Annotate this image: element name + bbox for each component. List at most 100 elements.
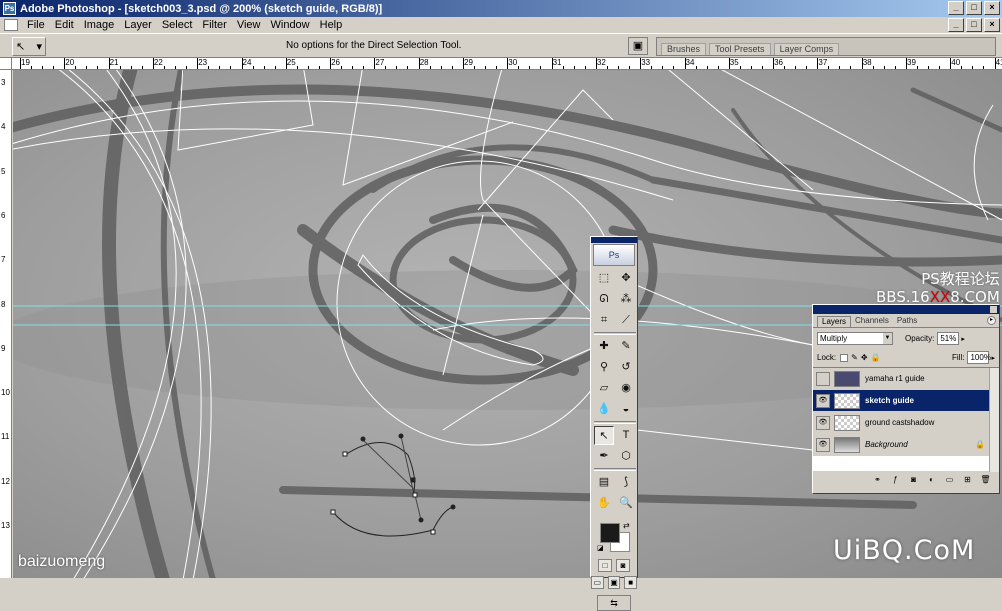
layer-row[interactable]: 👁 sketch guide [813, 390, 999, 412]
healing-brush-icon[interactable]: ✚ [594, 337, 614, 356]
new-layer-icon[interactable]: ⊞ [962, 475, 973, 485]
layer-style-icon[interactable]: ƒ [890, 475, 901, 485]
blend-mode-select[interactable]: Multiply ▼ [817, 332, 893, 345]
ruler-label: 11 [1, 432, 10, 442]
ruler-tick [42, 66, 43, 69]
swap-colors-icon[interactable]: ⇄ [623, 521, 630, 530]
marquee-icon[interactable]: ⬚ [594, 269, 614, 288]
ruler-tick [540, 66, 542, 69]
close-icon[interactable] [990, 306, 997, 313]
doc-minimize-button[interactable]: _ [948, 18, 964, 32]
move-icon[interactable]: ✥ [616, 269, 636, 288]
mask-icon[interactable]: ◙ [908, 475, 919, 485]
slice-icon[interactable]: ⟋ [616, 311, 636, 330]
hand-icon[interactable]: ✋ [594, 494, 614, 513]
opacity-slider-arrow-icon[interactable]: ▸ [961, 335, 965, 343]
tool-preset-picker[interactable]: ↖ ▾ [12, 37, 46, 56]
menu-layer[interactable]: Layer [119, 19, 157, 31]
tool-separator [594, 421, 636, 424]
default-colors-icon[interactable]: ◪ [597, 544, 604, 552]
paint-bucket-icon[interactable]: ◉ [616, 379, 636, 398]
well-tab-tool-presets[interactable]: Tool Presets [709, 43, 771, 55]
tab-paths[interactable]: Paths [893, 316, 921, 327]
lock-all-icon[interactable]: 🔒 [871, 353, 881, 362]
layer-list-scrollbar[interactable] [989, 368, 999, 472]
doc-restore-button[interactable]: □ [966, 18, 982, 32]
zoom-icon[interactable]: 🔍 [616, 494, 636, 513]
layers-palette-title-bar[interactable] [813, 305, 999, 314]
ruler-horizontal[interactable]: 19 20 21 22 23 24 25 26 27 28 29 30 31 32 33 34 35 36 37 38… [12, 58, 1002, 70]
lasso-icon[interactable]: ᘏ [594, 290, 614, 309]
well-tab-brushes[interactable]: Brushes [661, 43, 707, 55]
magic-wand-icon[interactable]: ⁂ [616, 290, 636, 309]
menu-edit[interactable]: Edit [50, 19, 79, 31]
ruler-tick [463, 58, 464, 69]
tab-channels[interactable]: Channels [851, 316, 893, 327]
opacity-field[interactable]: 51% [937, 332, 960, 345]
ruler-tick [850, 66, 852, 69]
lock-position-icon[interactable]: ✥ [861, 353, 868, 362]
ruler-tick [374, 58, 376, 69]
maximize-button[interactable]: □ [966, 1, 982, 15]
eye-icon[interactable]: 👁 [816, 415, 830, 430]
tab-layers[interactable]: Layers [817, 316, 852, 327]
crop-icon[interactable]: ⌗ [594, 311, 614, 330]
toolbox-title-bar[interactable] [591, 237, 637, 243]
clone-stamp-icon[interactable]: ⚲ [594, 358, 614, 377]
doc-close-button[interactable]: × [984, 18, 1000, 32]
menu-select[interactable]: Select [157, 19, 198, 31]
shape-icon[interactable]: ⬡ [616, 447, 636, 466]
watermark-author: baizuomeng [18, 553, 106, 570]
lock-transparency-checkbox[interactable] [840, 353, 849, 362]
palette-well-toggle-icon[interactable]: ▣ [628, 37, 648, 55]
menu-help[interactable]: Help [315, 19, 348, 31]
menu-window[interactable]: Window [266, 19, 315, 31]
lock-image-icon[interactable]: ✎ [851, 353, 858, 362]
layer-row[interactable]: 👁 ground castshadow [813, 412, 999, 434]
blur-icon[interactable]: 💧 [594, 400, 614, 419]
notes-icon[interactable]: ▤ [594, 473, 614, 492]
pen-icon[interactable]: ✒ [594, 447, 614, 466]
photoshop-app-icon[interactable]: Ps [3, 2, 16, 15]
history-brush-icon[interactable]: ↺ [616, 358, 636, 377]
ruler-origin[interactable] [0, 58, 12, 70]
link-icon[interactable]: ⚭ [872, 475, 883, 485]
ruler-tick [584, 66, 586, 69]
layer-row[interactable]: 👁 yamaha r1 guide [813, 368, 999, 390]
layer-row[interactable]: 👁 Background 🔒 [813, 434, 999, 456]
dodge-icon[interactable]: ◒ [616, 400, 636, 419]
document-icon[interactable] [4, 19, 18, 31]
menu-image[interactable]: Image [79, 19, 120, 31]
new-group-icon[interactable]: ▭ [944, 475, 955, 485]
ruler-vertical[interactable]: 3 4 5 6 7 8 9 10 11 12 13 [0, 70, 12, 578]
foreground-color-swatch[interactable] [600, 523, 620, 543]
adobe-online-icon[interactable]: Ps [593, 244, 635, 266]
close-button[interactable]: × [984, 1, 1000, 15]
eyedropper-icon[interactable]: ⟆ [616, 473, 636, 492]
fill-slider-arrow-icon[interactable]: ▸ [991, 354, 995, 362]
eye-icon[interactable]: 👁 [816, 437, 830, 452]
standard-mode-icon[interactable]: □ [598, 559, 612, 572]
fill-field[interactable]: 100% [967, 351, 991, 364]
ruler-tick [972, 66, 974, 69]
window-title: Adobe Photoshop - [sketch003_3.psd @ 200… [20, 2, 383, 15]
eye-icon[interactable]: 👁 [816, 393, 830, 408]
type-icon[interactable]: T [616, 426, 636, 445]
menu-file[interactable]: File [22, 19, 50, 31]
ruler-tick [385, 66, 387, 69]
menu-filter[interactable]: Filter [197, 19, 231, 31]
brush-icon[interactable]: ✎ [616, 337, 636, 356]
trash-icon[interactable]: 🗑 [980, 475, 991, 485]
menu-view[interactable]: View [232, 19, 266, 31]
minimize-button[interactable]: _ [948, 1, 964, 15]
adjustment-icon[interactable]: ◐ [926, 475, 937, 485]
direct-selection-icon[interactable]: ↖ [594, 426, 614, 445]
quick-mask-icon[interactable]: ◙ [616, 559, 630, 572]
palette-menu-icon[interactable]: ▸ [987, 316, 996, 325]
ruler-tick [739, 66, 741, 69]
eraser-icon[interactable]: ▱ [594, 379, 614, 398]
jump-to-imageready-icon[interactable]: ⇆ [597, 595, 631, 611]
options-bar: ↖ ▾ No options for the Direct Selection … [0, 33, 1002, 58]
well-tab-layer-comps[interactable]: Layer Comps [773, 43, 840, 55]
eye-icon[interactable]: 👁 [816, 371, 830, 386]
